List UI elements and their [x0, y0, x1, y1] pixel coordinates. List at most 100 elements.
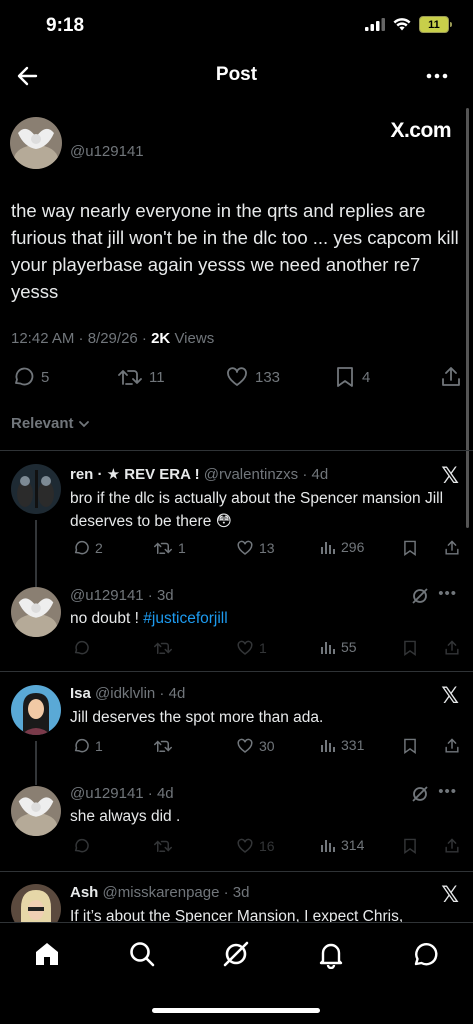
signal-icon [365, 18, 385, 31]
scrollbar[interactable] [466, 108, 469, 528]
reply-author-handle[interactable]: @misskarenpage · 3d [98, 884, 250, 901]
reply-author-name[interactable]: Ash [70, 884, 98, 901]
bookmark-button[interactable]: 4 [334, 365, 370, 389]
author-avatar[interactable] [10, 117, 62, 169]
bookmark-button[interactable] [402, 837, 418, 855]
views-button[interactable]: 331 [320, 737, 364, 753]
repost-count: 1 [178, 540, 186, 556]
reply-author-name[interactable]: Isa [70, 685, 91, 702]
repost-icon [118, 370, 142, 385]
heart-icon [237, 640, 253, 655]
reply-actions: 2 1 13 296 [70, 539, 465, 561]
heart-icon [227, 367, 247, 386]
views-icon [321, 642, 335, 654]
post-actions: 5 11 133 4 [0, 365, 473, 395]
post-views-label: Views [170, 330, 215, 347]
reply-text: no doubt ! #justiceforjill [70, 607, 465, 630]
reply-icon [74, 738, 89, 753]
repost-button[interactable] [153, 737, 173, 755]
reply-avatar[interactable] [11, 464, 61, 514]
like-button[interactable]: 1 [236, 639, 267, 657]
share-icon [445, 540, 459, 555]
reply-avatar[interactable] [11, 786, 61, 836]
views-icon [321, 740, 335, 752]
grok-icon[interactable] [411, 785, 429, 803]
thread-line [35, 741, 37, 785]
bookmark-button[interactable] [402, 539, 418, 557]
views-count: 331 [341, 737, 365, 753]
reply-author-handle[interactable]: @u129141 · 3d [70, 587, 174, 604]
repost-button[interactable] [153, 837, 173, 855]
repost-button[interactable]: 11 [117, 365, 165, 389]
like-button[interactable]: 13 [236, 539, 275, 557]
more-options-icon[interactable]: ••• [438, 783, 457, 800]
post-meta: 12:42 AM · 8/29/26 · 2K Views [11, 330, 214, 347]
post-views-count: 2K [151, 330, 171, 347]
share-button[interactable] [444, 837, 460, 855]
repost-icon [154, 840, 172, 852]
share-button[interactable] [440, 365, 462, 389]
reply-avatar[interactable] [11, 685, 61, 735]
reply-author-handle[interactable]: @rvalentinzxs · 4d [200, 466, 328, 483]
page-title: Post [215, 64, 258, 85]
post-text: the way nearly everyone in the qrts and … [11, 200, 459, 302]
divider [0, 871, 473, 872]
thread-line [35, 520, 37, 588]
more-options-icon[interactable] [423, 62, 451, 90]
reply-author-handle[interactable]: @u129141 · 4d [70, 785, 174, 802]
views-count: 296 [341, 539, 365, 555]
like-count: 16 [259, 838, 275, 854]
repost-icon [154, 740, 172, 752]
notifications-icon[interactable] [316, 939, 346, 969]
search-icon[interactable] [127, 939, 157, 969]
views-button[interactable]: 296 [320, 539, 364, 555]
reply-button[interactable]: 5 [11, 365, 49, 389]
repost-icon [154, 542, 172, 554]
share-icon [445, 640, 459, 655]
status-time: 9:18 [46, 15, 85, 36]
views-button[interactable]: 55 [320, 639, 357, 655]
sort-dropdown[interactable]: Relevant [11, 415, 90, 432]
share-button[interactable] [444, 737, 460, 755]
hashtag-link[interactable]: #justiceforjill [143, 610, 227, 627]
reply-count: 2 [95, 540, 103, 556]
repost-icon [154, 642, 172, 654]
like-button[interactable]: 133 [225, 365, 280, 389]
reply-text-body: no doubt ! [70, 610, 144, 627]
reply-button[interactable]: 2 [72, 539, 103, 557]
reply-button[interactable]: 1 [72, 737, 103, 755]
share-button[interactable] [444, 639, 460, 657]
share-icon [445, 738, 459, 753]
more-options-icon[interactable]: ••• [438, 585, 457, 602]
views-button[interactable]: 314 [320, 837, 364, 853]
reply-author-handle[interactable]: @idklvlin · 4d [91, 685, 185, 702]
repost-button[interactable]: 1 [153, 539, 186, 557]
grok-icon[interactable] [411, 587, 429, 605]
reply-author-name[interactable]: ren · ★ REV ERA ! [70, 466, 200, 483]
status-bar: 9:18 11 [0, 0, 473, 50]
reply-avatar[interactable] [11, 587, 61, 637]
share-button[interactable] [444, 539, 460, 557]
home-icon[interactable] [32, 939, 62, 969]
bookmark-icon [404, 640, 416, 656]
like-button[interactable]: 16 [236, 837, 275, 855]
grok-icon[interactable] [221, 939, 251, 969]
like-count: 1 [259, 640, 267, 656]
like-count: 133 [255, 368, 281, 386]
reply-text: Jill deserves the spot more than ada. [70, 709, 324, 726]
reply-count: 5 [41, 368, 50, 386]
like-button[interactable]: 30 [236, 737, 275, 755]
divider [0, 671, 473, 672]
messages-icon[interactable] [411, 939, 441, 969]
repost-button[interactable] [153, 639, 173, 657]
bookmark-button[interactable] [402, 737, 418, 755]
battery-level: 11 [428, 18, 440, 31]
heart-icon [237, 540, 253, 555]
author-handle[interactable]: @u129141 [70, 143, 144, 160]
reply-button[interactable] [72, 837, 90, 855]
bookmark-button[interactable] [402, 639, 418, 657]
reply-button[interactable] [72, 639, 90, 657]
heart-icon [237, 838, 253, 853]
reply-actions: 1 30 331 [70, 737, 465, 759]
reply-header: @u129141 · 3d [70, 587, 174, 604]
